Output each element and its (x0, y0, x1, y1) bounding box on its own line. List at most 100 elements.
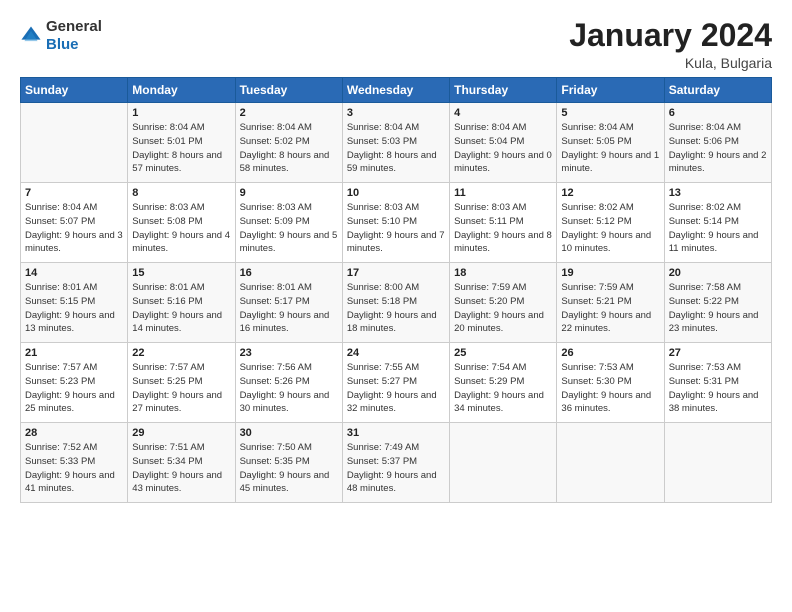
day-cell: 10 Sunrise: 8:03 AM Sunset: 5:10 PM Dayli… (342, 183, 449, 263)
logo-icon (20, 25, 42, 47)
day-number: 2 (240, 107, 338, 119)
logo-text: General Blue (46, 18, 102, 54)
day-cell: 2 Sunrise: 8:04 AM Sunset: 5:02 PM Daylig… (235, 103, 342, 183)
col-friday: Friday (557, 78, 664, 103)
day-number: 5 (561, 107, 659, 119)
day-cell: 12Sunrise: 8:02 AM Sunset: 5:12 PM Dayli… (557, 183, 664, 263)
header-row-days: Sunday Monday Tuesday Wednesday Thursday… (21, 78, 772, 103)
col-sunday: Sunday (21, 78, 128, 103)
day-cell: 31Sunrise: 7:49 AM Sunset: 5:37 PM Dayli… (342, 423, 449, 503)
day-info: Sunrise: 8:01 AM Sunset: 5:17 PM Dayligh… (240, 281, 338, 336)
header-row: General Blue January 2024 Kula, Bulgaria (20, 18, 772, 71)
day-info: Sunrise: 8:04 AM Sunset: 5:05 PM Dayligh… (561, 121, 659, 176)
day-info: Sunrise: 7:51 AM Sunset: 5:34 PM Dayligh… (132, 441, 230, 496)
day-info: Sunrise: 8:04 AM Sunset: 5:02 PM Dayligh… (240, 121, 338, 176)
day-cell: 20Sunrise: 7:58 AM Sunset: 5:22 PM Dayli… (664, 263, 771, 343)
day-number: 4 (454, 107, 552, 119)
day-cell: 26 Sunrise: 7:53 AM Sunset: 5:30 PM Dayli… (557, 343, 664, 423)
day-cell (664, 423, 771, 503)
col-wednesday: Wednesday (342, 78, 449, 103)
week-row-2: 7Sunrise: 8:04 AM Sunset: 5:07 PM Daylig… (21, 183, 772, 263)
day-number: 3 (347, 107, 445, 119)
day-number: 26 (561, 347, 659, 359)
day-info: Sunrise: 7:59 AM Sunset: 5:20 PM Dayligh… (454, 281, 552, 336)
day-cell: 16Sunrise: 8:01 AM Sunset: 5:17 PM Dayli… (235, 263, 342, 343)
day-info: Sunrise: 7:57 AM Sunset: 5:23 PM Dayligh… (25, 361, 123, 416)
col-thursday: Thursday (450, 78, 557, 103)
week-row-5: 28 Sunrise: 7:52 AM Sunset: 5:33 PM Dayli… (21, 423, 772, 503)
col-saturday: Saturday (664, 78, 771, 103)
day-info: Sunrise: 8:04 AM Sunset: 5:03 PM Dayligh… (347, 121, 445, 176)
day-cell: 27Sunrise: 7:53 AM Sunset: 5:31 PM Dayli… (664, 343, 771, 423)
day-number: 14 (25, 267, 123, 279)
day-number: 10 (347, 187, 445, 199)
logo-general: General (46, 18, 102, 35)
day-cell (450, 423, 557, 503)
day-info: Sunrise: 7:57 AM Sunset: 5:25 PM Dayligh… (132, 361, 230, 416)
day-number: 8 (132, 187, 230, 199)
day-number: 21 (25, 347, 123, 359)
day-info: Sunrise: 8:01 AM Sunset: 5:15 PM Dayligh… (25, 281, 123, 336)
day-number: 19 (561, 267, 659, 279)
day-cell: 5 Sunrise: 8:04 AM Sunset: 5:05 PM Daylig… (557, 103, 664, 183)
day-info: Sunrise: 8:03 AM Sunset: 5:10 PM Dayligh… (347, 201, 445, 256)
day-info: Sunrise: 8:03 AM Sunset: 5:08 PM Dayligh… (132, 201, 230, 256)
day-info: Sunrise: 7:49 AM Sunset: 5:37 PM Dayligh… (347, 441, 445, 496)
day-cell: 15 Sunrise: 8:01 AM Sunset: 5:16 PM Dayli… (128, 263, 235, 343)
week-row-4: 21 Sunrise: 7:57 AM Sunset: 5:23 PM Dayli… (21, 343, 772, 423)
day-cell: 19Sunrise: 7:59 AM Sunset: 5:21 PM Dayli… (557, 263, 664, 343)
day-cell: 21 Sunrise: 7:57 AM Sunset: 5:23 PM Dayli… (21, 343, 128, 423)
day-cell (21, 103, 128, 183)
day-cell: 30 Sunrise: 7:50 AM Sunset: 5:35 PM Dayli… (235, 423, 342, 503)
day-number: 23 (240, 347, 338, 359)
calendar-table: Sunday Monday Tuesday Wednesday Thursday… (20, 77, 772, 503)
day-number: 30 (240, 427, 338, 439)
day-number: 18 (454, 267, 552, 279)
day-number: 25 (454, 347, 552, 359)
day-cell: 4 Sunrise: 8:04 AM Sunset: 5:04 PM Daylig… (450, 103, 557, 183)
day-number: 6 (669, 107, 767, 119)
day-info: Sunrise: 8:04 AM Sunset: 5:04 PM Dayligh… (454, 121, 552, 176)
day-cell: 25Sunrise: 7:54 AM Sunset: 5:29 PM Dayli… (450, 343, 557, 423)
day-cell: 23 Sunrise: 7:56 AM Sunset: 5:26 PM Dayli… (235, 343, 342, 423)
day-number: 24 (347, 347, 445, 359)
day-cell: 28 Sunrise: 7:52 AM Sunset: 5:33 PM Dayli… (21, 423, 128, 503)
day-number: 17 (347, 267, 445, 279)
col-tuesday: Tuesday (235, 78, 342, 103)
day-info: Sunrise: 7:52 AM Sunset: 5:33 PM Dayligh… (25, 441, 123, 496)
day-number: 13 (669, 187, 767, 199)
day-cell: 7Sunrise: 8:04 AM Sunset: 5:07 PM Daylig… (21, 183, 128, 263)
day-info: Sunrise: 8:04 AM Sunset: 5:01 PM Dayligh… (132, 121, 230, 176)
day-cell: 6 Sunrise: 8:04 AM Sunset: 5:06 PM Daylig… (664, 103, 771, 183)
day-number: 12 (561, 187, 659, 199)
day-info: Sunrise: 7:56 AM Sunset: 5:26 PM Dayligh… (240, 361, 338, 416)
day-info: Sunrise: 8:03 AM Sunset: 5:11 PM Dayligh… (454, 201, 552, 256)
day-info: Sunrise: 8:04 AM Sunset: 5:06 PM Dayligh… (669, 121, 767, 176)
day-number: 1 (132, 107, 230, 119)
day-number: 11 (454, 187, 552, 199)
logo-blue: Blue (46, 36, 79, 53)
day-cell (557, 423, 664, 503)
day-cell: 18 Sunrise: 7:59 AM Sunset: 5:20 PM Dayli… (450, 263, 557, 343)
day-cell: 14 Sunrise: 8:01 AM Sunset: 5:15 PM Dayli… (21, 263, 128, 343)
day-cell: 8 Sunrise: 8:03 AM Sunset: 5:08 PM Daylig… (128, 183, 235, 263)
week-row-1: 1 Sunrise: 8:04 AM Sunset: 5:01 PM Daylig… (21, 103, 772, 183)
day-cell: 22 Sunrise: 7:57 AM Sunset: 5:25 PM Dayli… (128, 343, 235, 423)
day-cell: 11 Sunrise: 8:03 AM Sunset: 5:11 PM Dayli… (450, 183, 557, 263)
page: General Blue January 2024 Kula, Bulgaria… (0, 0, 792, 612)
title-block: January 2024 Kula, Bulgaria (569, 18, 772, 71)
day-number: 28 (25, 427, 123, 439)
day-number: 27 (669, 347, 767, 359)
day-info: Sunrise: 8:03 AM Sunset: 5:09 PM Dayligh… (240, 201, 338, 256)
day-number: 15 (132, 267, 230, 279)
day-info: Sunrise: 7:55 AM Sunset: 5:27 PM Dayligh… (347, 361, 445, 416)
day-info: Sunrise: 7:53 AM Sunset: 5:30 PM Dayligh… (561, 361, 659, 416)
day-number: 7 (25, 187, 123, 199)
day-number: 22 (132, 347, 230, 359)
day-info: Sunrise: 7:50 AM Sunset: 5:35 PM Dayligh… (240, 441, 338, 496)
week-row-3: 14 Sunrise: 8:01 AM Sunset: 5:15 PM Dayli… (21, 263, 772, 343)
day-cell: 29 Sunrise: 7:51 AM Sunset: 5:34 PM Dayli… (128, 423, 235, 503)
logo: General Blue (20, 18, 102, 54)
day-info: Sunrise: 8:01 AM Sunset: 5:16 PM Dayligh… (132, 281, 230, 336)
day-number: 29 (132, 427, 230, 439)
